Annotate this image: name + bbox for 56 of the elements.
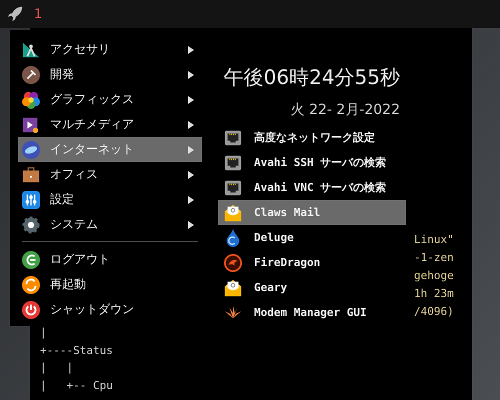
workspace-number[interactable]: 1 xyxy=(34,6,42,22)
session-item[interactable]: 再起動 xyxy=(18,272,202,297)
network-port-icon xyxy=(224,154,242,172)
gear-icon xyxy=(22,216,40,234)
network-port-icon xyxy=(224,178,242,196)
briefcase-icon xyxy=(22,166,40,184)
terminal-line: gehoge xyxy=(414,268,454,284)
submenu-arrow-icon xyxy=(188,196,194,204)
category-item[interactable]: システム xyxy=(18,212,202,237)
category-item[interactable]: 開発 xyxy=(18,62,202,87)
rocket-icon[interactable] xyxy=(6,5,24,23)
terminal-line: | +-- Cpu xyxy=(40,378,113,394)
terminal-line: | | xyxy=(40,360,74,376)
application-item[interactable]: Avahi VNC サーバの検索 xyxy=(218,175,406,200)
hammer-icon xyxy=(22,66,40,84)
category-item[interactable]: 設定 xyxy=(18,187,202,212)
session-item[interactable]: ログアウト xyxy=(18,247,202,272)
color-petals-icon xyxy=(22,90,40,108)
submenu-arrow-icon xyxy=(188,46,194,54)
network-port-icon xyxy=(224,128,242,146)
submenu-arrow-icon xyxy=(188,70,194,78)
session-item[interactable]: シャットダウン xyxy=(18,297,202,322)
clock-time: 午後06時24分55秒 xyxy=(222,64,401,91)
globe-icon xyxy=(22,140,40,158)
category-item[interactable]: オフィス xyxy=(18,162,202,187)
terminal-line: | xyxy=(40,325,48,341)
water-drop-icon xyxy=(224,228,242,246)
terminal-line: +----Status xyxy=(40,342,113,358)
envelope-icon xyxy=(224,278,242,296)
terminal-line: Linux" xyxy=(414,232,454,248)
application-item[interactable]: Geary xyxy=(218,275,406,300)
category-item[interactable]: インターネット xyxy=(18,137,202,162)
application-item[interactable]: Avahi SSH サーバの検索 xyxy=(218,150,406,175)
submenu-arrow-icon xyxy=(188,146,194,154)
submenu-arrow-icon xyxy=(188,170,194,178)
category-item[interactable]: グラフィックス xyxy=(18,87,202,112)
dragon-icon xyxy=(224,254,242,272)
application-item[interactable]: Modem Manager GUI xyxy=(218,300,406,325)
terminal-line: 1h 23m xyxy=(414,286,454,302)
category-item[interactable]: アクセサリ xyxy=(18,37,202,62)
application-item[interactable]: Deluge xyxy=(218,225,406,250)
application-item[interactable]: 高度なネットワーク設定 xyxy=(218,125,406,150)
category-item[interactable]: マルチメディア xyxy=(18,112,202,137)
application-item[interactable]: FireDragon xyxy=(218,250,406,275)
terminal-line: /4096) xyxy=(414,304,454,320)
terminal-line: -1-zen xyxy=(414,250,454,266)
application-item[interactable]: Claws Mail xyxy=(218,200,406,225)
clock-date: 火 22- 2月-2022 xyxy=(290,101,401,119)
envelope-icon xyxy=(224,204,242,222)
power-icon xyxy=(22,300,40,318)
submenu-arrow-icon xyxy=(188,96,194,104)
submenu-arrow-icon xyxy=(188,120,194,128)
restart-icon xyxy=(22,276,40,294)
sliders-icon xyxy=(22,190,40,208)
logout-icon xyxy=(22,250,40,268)
submenu-arrow-icon xyxy=(188,220,194,228)
